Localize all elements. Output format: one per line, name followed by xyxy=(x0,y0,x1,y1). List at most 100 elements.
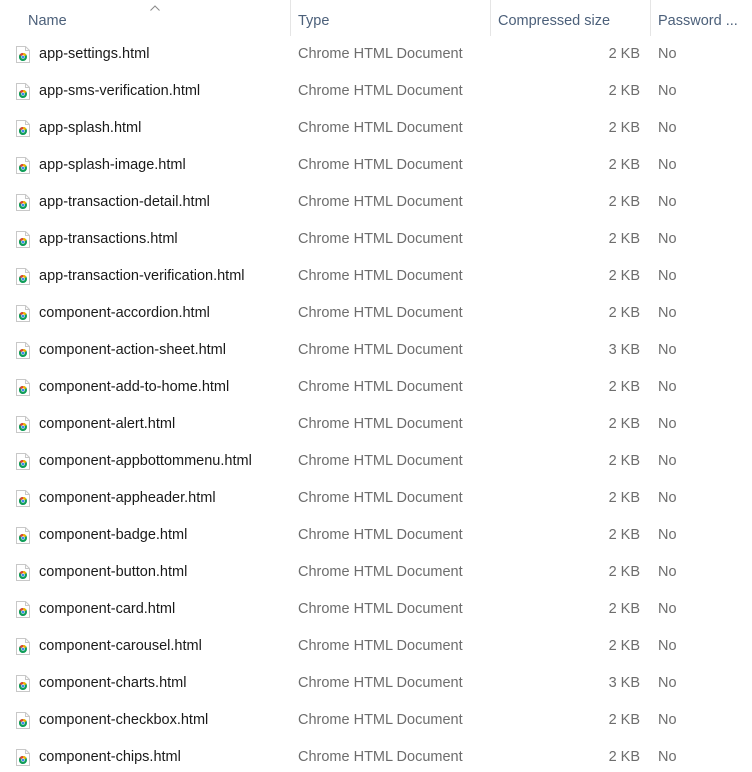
table-row[interactable]: component-chips.html Chrome HTML Document… xyxy=(0,739,752,772)
file-password-status: No xyxy=(658,379,677,395)
table-row[interactable]: component-appheader.html Chrome HTML Docu… xyxy=(0,480,752,517)
file-name: component-badge.html xyxy=(39,527,188,543)
file-compressed-size: 2 KB xyxy=(608,749,640,765)
file-password-status: No xyxy=(658,749,677,765)
chrome-html-file-icon xyxy=(16,490,30,507)
table-row[interactable]: app-transaction-detail.html Chrome HTML D… xyxy=(0,184,752,221)
column-header-type[interactable]: Type xyxy=(291,0,491,36)
file-type: Chrome HTML Document xyxy=(298,749,463,765)
table-row[interactable]: component-checkbox.html Chrome HTML Docum… xyxy=(0,702,752,739)
table-row[interactable]: app-splash-image.html Chrome HTML Documen… xyxy=(0,147,752,184)
file-name: app-transaction-verification.html xyxy=(39,268,245,284)
file-password-status: No xyxy=(658,305,677,321)
chrome-html-file-icon xyxy=(16,749,30,766)
column-header-compressed-size[interactable]: Compressed size xyxy=(491,0,651,36)
file-name: component-chips.html xyxy=(39,749,181,765)
column-header-name[interactable]: Name xyxy=(0,0,291,36)
table-row[interactable]: component-card.html Chrome HTML Document 2… xyxy=(0,591,752,628)
chrome-html-file-icon xyxy=(16,83,30,100)
file-compressed-size: 2 KB xyxy=(608,379,640,395)
file-compressed-size: 2 KB xyxy=(608,305,640,321)
table-row[interactable]: component-add-to-home.html Chrome HTML Do… xyxy=(0,369,752,406)
file-password-status: No xyxy=(658,675,677,691)
file-type: Chrome HTML Document xyxy=(298,527,463,543)
archive-file-list: Name Type Compressed size Password ... a… xyxy=(0,0,752,772)
file-type: Chrome HTML Document xyxy=(298,83,463,99)
file-compressed-size: 2 KB xyxy=(608,564,640,580)
column-header-password[interactable]: Password ... xyxy=(651,0,752,36)
table-row[interactable]: component-action-sheet.html Chrome HTML D… xyxy=(0,332,752,369)
file-type: Chrome HTML Document xyxy=(298,601,463,617)
chrome-html-file-icon xyxy=(16,305,30,322)
table-row[interactable]: component-badge.html Chrome HTML Document… xyxy=(0,517,752,554)
chrome-html-file-icon xyxy=(16,342,30,359)
chrome-html-file-icon xyxy=(16,194,30,211)
file-name: component-charts.html xyxy=(39,675,187,691)
file-name: component-checkbox.html xyxy=(39,712,209,728)
table-row[interactable]: component-appbottommenu.html Chrome HTML … xyxy=(0,443,752,480)
file-password-status: No xyxy=(658,601,677,617)
file-type: Chrome HTML Document xyxy=(298,305,463,321)
table-row[interactable]: component-charts.html Chrome HTML Documen… xyxy=(0,665,752,702)
file-compressed-size: 2 KB xyxy=(608,157,640,173)
file-password-status: No xyxy=(658,416,677,432)
file-type: Chrome HTML Document xyxy=(298,416,463,432)
file-compressed-size: 2 KB xyxy=(608,268,640,284)
file-name: component-action-sheet.html xyxy=(39,342,226,358)
file-password-status: No xyxy=(658,46,677,62)
chrome-html-file-icon xyxy=(16,46,30,63)
file-type: Chrome HTML Document xyxy=(298,379,463,395)
file-type: Chrome HTML Document xyxy=(298,268,463,284)
file-type: Chrome HTML Document xyxy=(298,194,463,210)
table-row[interactable]: component-accordion.html Chrome HTML Docu… xyxy=(0,295,752,332)
file-rows: app-settings.html Chrome HTML Document 2 K… xyxy=(0,36,752,772)
file-name: component-appbottommenu.html xyxy=(39,453,252,469)
file-type: Chrome HTML Document xyxy=(298,342,463,358)
file-name: component-carousel.html xyxy=(39,638,202,654)
file-name: app-sms-verification.html xyxy=(39,83,201,99)
chrome-html-file-icon xyxy=(16,379,30,396)
file-name: app-transactions.html xyxy=(39,231,178,247)
file-compressed-size: 2 KB xyxy=(608,601,640,617)
file-name: component-card.html xyxy=(39,601,176,617)
file-type: Chrome HTML Document xyxy=(298,46,463,62)
file-password-status: No xyxy=(658,490,677,506)
file-password-status: No xyxy=(658,120,677,136)
chrome-html-file-icon xyxy=(16,157,30,174)
chrome-html-file-icon xyxy=(16,231,30,248)
file-type: Chrome HTML Document xyxy=(298,638,463,654)
file-compressed-size: 2 KB xyxy=(608,490,640,506)
file-password-status: No xyxy=(658,527,677,543)
chrome-html-file-icon xyxy=(16,268,30,285)
file-password-status: No xyxy=(658,157,677,173)
file-compressed-size: 2 KB xyxy=(608,46,640,62)
table-row[interactable]: app-splash.html Chrome HTML Document 2 KB N… xyxy=(0,110,752,147)
table-row[interactable]: app-settings.html Chrome HTML Document 2 K… xyxy=(0,36,752,73)
file-compressed-size: 2 KB xyxy=(608,231,640,247)
file-type: Chrome HTML Document xyxy=(298,712,463,728)
file-password-status: No xyxy=(658,231,677,247)
file-name: app-transaction-detail.html xyxy=(39,194,210,210)
table-row[interactable]: app-transaction-verification.html Chrome … xyxy=(0,258,752,295)
file-password-status: No xyxy=(658,194,677,210)
file-name: app-splash-image.html xyxy=(39,157,186,173)
table-row[interactable]: component-alert.html Chrome HTML Document… xyxy=(0,406,752,443)
table-row[interactable]: app-transactions.html Chrome HTML Documen… xyxy=(0,221,752,258)
chrome-html-file-icon xyxy=(16,564,30,581)
table-row[interactable]: app-sms-verification.html Chrome HTML Doc… xyxy=(0,73,752,110)
file-compressed-size: 2 KB xyxy=(608,453,640,469)
table-row[interactable]: component-carousel.html Chrome HTML Docum… xyxy=(0,628,752,665)
file-type: Chrome HTML Document xyxy=(298,453,463,469)
file-type: Chrome HTML Document xyxy=(298,675,463,691)
file-compressed-size: 2 KB xyxy=(608,712,640,728)
file-compressed-size: 3 KB xyxy=(608,342,640,358)
chrome-html-file-icon xyxy=(16,527,30,544)
file-compressed-size: 2 KB xyxy=(608,120,640,136)
file-password-status: No xyxy=(658,712,677,728)
table-row[interactable]: component-button.html Chrome HTML Documen… xyxy=(0,554,752,591)
file-password-status: No xyxy=(658,564,677,580)
file-compressed-size: 2 KB xyxy=(608,416,640,432)
file-password-status: No xyxy=(658,83,677,99)
chrome-html-file-icon xyxy=(16,416,30,433)
file-name: app-settings.html xyxy=(39,46,150,62)
